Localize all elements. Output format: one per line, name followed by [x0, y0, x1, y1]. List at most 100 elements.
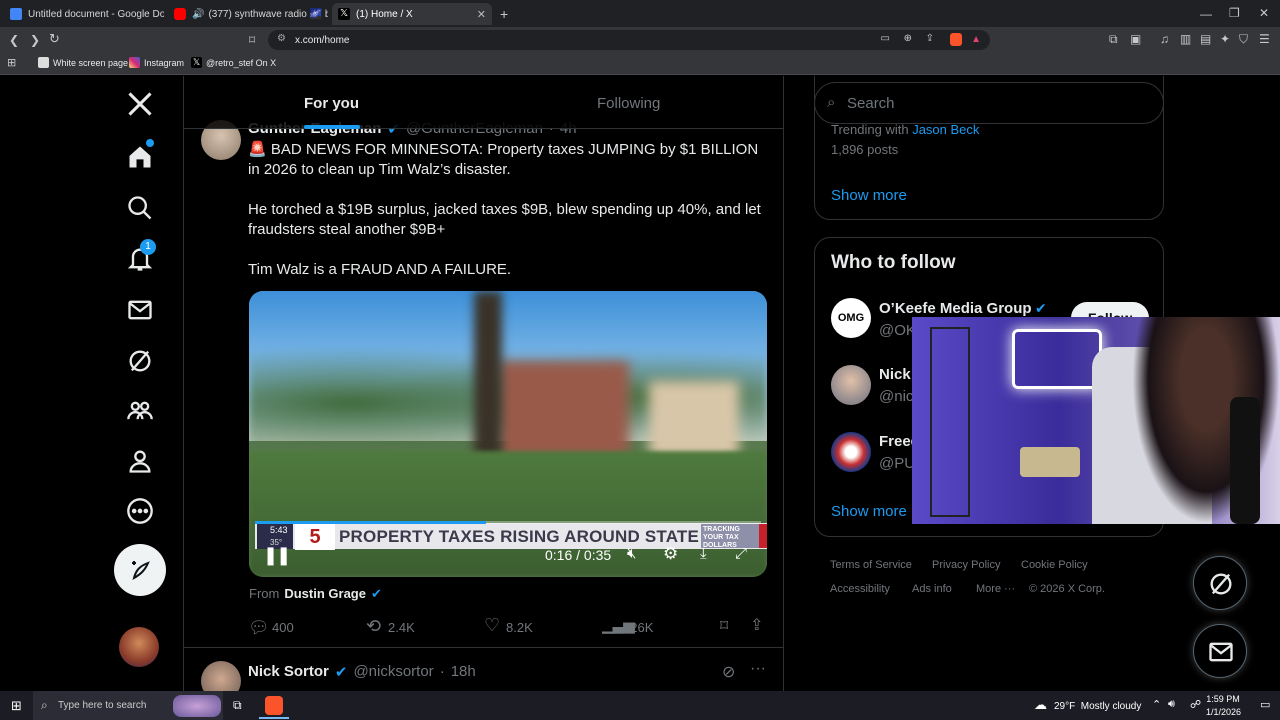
communities-icon[interactable]: [126, 397, 154, 425]
nick-avatar[interactable]: [831, 365, 871, 405]
search-placeholder: Search: [847, 95, 895, 112]
pause-icon[interactable]: ❚❚: [263, 545, 291, 566]
minimize-player-icon[interactable]: ⤓: [700, 545, 707, 562]
apps-grid-icon[interactable]: ⊞: [7, 57, 16, 69]
share-post-icon[interactable]: ⇪: [750, 615, 763, 635]
grok-icon[interactable]: [126, 347, 154, 375]
cookie-link[interactable]: Cookie Policy: [1021, 559, 1088, 571]
extensions-icon[interactable]: ⧉: [1109, 33, 1118, 45]
tab-title: (377) synthwave radio 🌌 beats t: [208, 8, 328, 20]
tab-google-docs[interactable]: Untitled document - Google Docs: [4, 3, 164, 25]
notifications-badge: 1: [140, 239, 156, 255]
brave-shield-icon[interactable]: [950, 33, 962, 46]
x-logo-icon[interactable]: [126, 90, 154, 118]
address-bar[interactable]: ⚙ x.com/home ▭ ⊕ ⇪ ▲: [268, 30, 990, 50]
grok-post-icon[interactable]: ⊘: [722, 662, 735, 682]
settings-icon[interactable]: ⚙: [663, 544, 678, 564]
clock-date[interactable]: 1/1/2026: [1206, 707, 1241, 717]
show-more-link[interactable]: Show more: [831, 503, 907, 520]
post-more-icon[interactable]: ···: [750, 660, 766, 678]
new-tab-icon[interactable]: +: [500, 7, 508, 21]
profile-icon[interactable]: [126, 447, 154, 475]
bookmark-white-screen[interactable]: White screen page: [38, 57, 128, 68]
taskbar-search[interactable]: ⌕ Type here to search: [33, 691, 223, 720]
more-link[interactable]: More ···: [976, 583, 1015, 595]
trending-link[interactable]: Jason Beck: [912, 122, 979, 137]
restore-icon[interactable]: ❐: [1229, 7, 1240, 19]
x-icon: 𝕏: [338, 8, 350, 20]
menu-icon[interactable]: ☰: [1259, 33, 1270, 45]
notification-center-icon[interactable]: ▭: [1260, 698, 1270, 711]
zoom-icon[interactable]: ⊕: [904, 33, 912, 44]
task-view-icon[interactable]: ⧉: [233, 698, 242, 713]
tab-youtube[interactable]: 🔊 (377) synthwave radio 🌌 beats t: [168, 3, 328, 25]
weather-text[interactable]: 29°F Mostly cloudy: [1054, 701, 1141, 712]
post-button[interactable]: [114, 544, 166, 596]
show-more-link[interactable]: Show more: [831, 187, 907, 204]
weather-icon[interactable]: ☁: [1034, 697, 1047, 713]
site-info-icon[interactable]: ⚙: [277, 33, 286, 44]
home-icon[interactable]: [126, 139, 154, 171]
bookmark-icon[interactable]: ⌑: [249, 34, 255, 46]
tab-for-you[interactable]: For you: [304, 95, 359, 112]
close-window-icon[interactable]: ✕: [1259, 7, 1269, 19]
close-tab-icon[interactable]: ✕: [469, 8, 486, 21]
video-player[interactable]: 5 PROPERTY TAXES RISING AROUND STATE TRA…: [249, 291, 767, 577]
account-name[interactable]: Nick: [879, 366, 911, 383]
bookmark-post-icon[interactable]: ⌑: [720, 616, 728, 636]
more-icon[interactable]: [126, 497, 154, 525]
compose-icon: [132, 561, 150, 581]
account-handle: @PU: [879, 455, 916, 472]
share-icon[interactable]: ⇪: [926, 33, 934, 44]
clock-time[interactable]: 1:59 PM: [1206, 694, 1240, 704]
freed-avatar[interactable]: [831, 432, 871, 472]
forward-icon[interactable]: ❯: [30, 34, 40, 46]
post-text-2: He torched a $19B surplus, jacked taxes …: [248, 201, 761, 238]
sidebar-icon[interactable]: ▥: [1180, 33, 1191, 45]
notifications-icon[interactable]: 1: [126, 239, 156, 273]
tray-chevron-icon[interactable]: ⌃: [1152, 698, 1161, 711]
wallet-icon[interactable]: ▣: [1130, 33, 1141, 45]
like-icon[interactable]: ♡: [484, 615, 500, 636]
wallet-card-icon[interactable]: ▤: [1200, 33, 1211, 45]
tab-following[interactable]: Following: [597, 95, 660, 112]
privacy-link[interactable]: Privacy Policy: [932, 559, 1000, 571]
music-icon[interactable]: ♫: [1160, 33, 1169, 45]
who-to-follow-title: Who to follow: [831, 252, 956, 273]
messages-float-button[interactable]: [1193, 624, 1247, 678]
tab-x-home[interactable]: 𝕏 (1) Home / X ✕: [332, 3, 492, 25]
network-icon[interactable]: ☍: [1190, 698, 1201, 711]
mute-icon[interactable]: 🔇︎: [627, 545, 636, 562]
ads-info-link[interactable]: Ads info: [912, 583, 952, 595]
author-avatar[interactable]: [201, 661, 241, 691]
ai-icon[interactable]: ✦: [1220, 33, 1230, 45]
bookmark-retro-stef[interactable]: 𝕏 @retro_stef On X: [191, 57, 276, 68]
volume-icon[interactable]: 🔊︎: [1168, 698, 1175, 711]
grok-float-button[interactable]: [1193, 556, 1247, 610]
windows-start-icon[interactable]: ⊞: [11, 698, 22, 714]
account-avatar[interactable]: [119, 627, 159, 667]
search-icon[interactable]: [126, 194, 154, 222]
search-input[interactable]: ⌕ Search: [814, 82, 1164, 124]
minimize-icon[interactable]: —: [1200, 8, 1212, 20]
messages-icon[interactable]: [126, 296, 154, 324]
source-name[interactable]: Dustin Grage: [284, 586, 366, 602]
okeefe-avatar[interactable]: OMG: [831, 298, 871, 338]
reply-icon[interactable]: 💬︎: [248, 618, 270, 638]
fullscreen-icon[interactable]: ⤢: [735, 545, 747, 562]
author-handle[interactable]: @nicksortor: [353, 663, 433, 681]
accessibility-link[interactable]: Accessibility: [830, 583, 890, 595]
post-time[interactable]: 18h: [451, 663, 476, 681]
account-name[interactable]: O’Keefe Media Group: [879, 300, 1032, 317]
terms-link[interactable]: Terms of Service: [830, 559, 912, 571]
bookmark-instagram[interactable]: Instagram: [129, 57, 184, 68]
repost-icon[interactable]: ⟲: [366, 616, 381, 637]
reload-icon[interactable]: ↻: [49, 32, 60, 45]
vpn-icon[interactable]: ⛉: [1239, 33, 1248, 45]
brave-taskbar-icon[interactable]: [265, 696, 283, 715]
cast-icon[interactable]: ▭: [881, 33, 890, 44]
back-icon[interactable]: ❮: [9, 34, 19, 46]
rewards-icon[interactable]: ▲: [971, 34, 981, 45]
search-icon: ⌕: [41, 698, 48, 712]
author-name[interactable]: Nick Sortor: [248, 663, 329, 681]
